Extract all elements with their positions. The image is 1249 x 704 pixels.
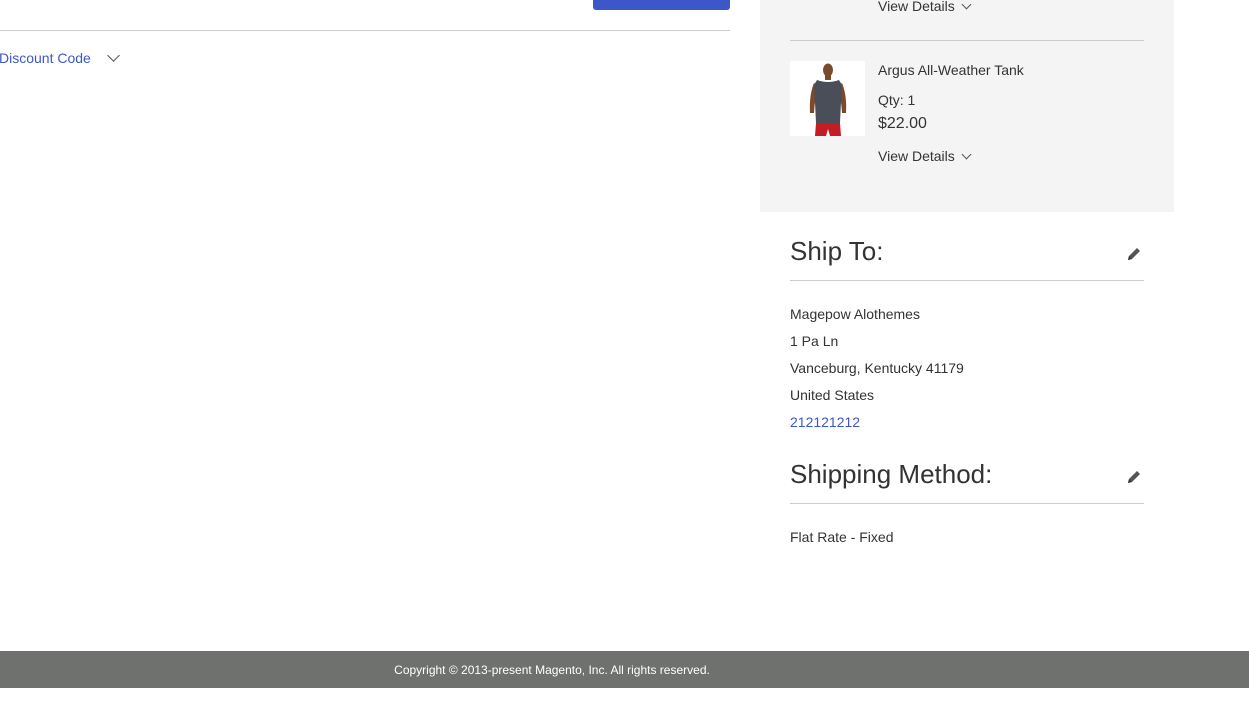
pencil-icon[interactable] [1126, 469, 1142, 485]
pencil-icon[interactable] [1126, 246, 1142, 262]
section-divider [790, 503, 1144, 504]
address-country: United States [790, 387, 875, 403]
primary-action-button[interactable] [593, 0, 730, 10]
chevron-down-icon [961, 149, 972, 159]
view-details-toggle[interactable]: View Details [878, 0, 972, 14]
page-footer: Copyright © 2013-present Magento, Inc. A… [0, 651, 1249, 688]
shipping-method-value: Flat Rate - Fixed [790, 529, 894, 545]
section-divider [0, 30, 730, 31]
product-name: Argus All-Weather Tank [878, 62, 1024, 78]
discount-code-label: Discount Code [0, 50, 91, 66]
address-phone-link[interactable]: 212121212 [790, 414, 860, 430]
discount-code-toggle[interactable]: Discount Code [0, 49, 120, 66]
view-details-label: View Details [878, 0, 955, 14]
checkout-page: Discount Code View Details Argus All-Wea… [0, 0, 1249, 704]
product-tank-image [790, 61, 865, 136]
address-name: Magepow Alothemes [790, 306, 920, 322]
address-street: 1 Pa Ln [790, 333, 839, 349]
item-divider [790, 40, 1144, 41]
shipping-method-title: Shipping Method: [790, 459, 993, 489]
product-image-icon [790, 61, 865, 136]
section-divider [790, 280, 1144, 281]
chevron-down-icon [106, 49, 120, 62]
view-details-label: View Details [878, 148, 955, 164]
copyright-text: Copyright © 2013-present Magento, Inc. A… [394, 662, 710, 677]
address-city-region-zip: Vanceburg, Kentucky 41179 [790, 360, 964, 376]
product-price: $22.00 [878, 115, 927, 132]
chevron-down-icon [961, 0, 972, 9]
product-qty: Qty: 1 [878, 92, 916, 108]
view-details-toggle[interactable]: View Details [878, 148, 972, 164]
ship-to-title: Ship To: [790, 236, 884, 266]
